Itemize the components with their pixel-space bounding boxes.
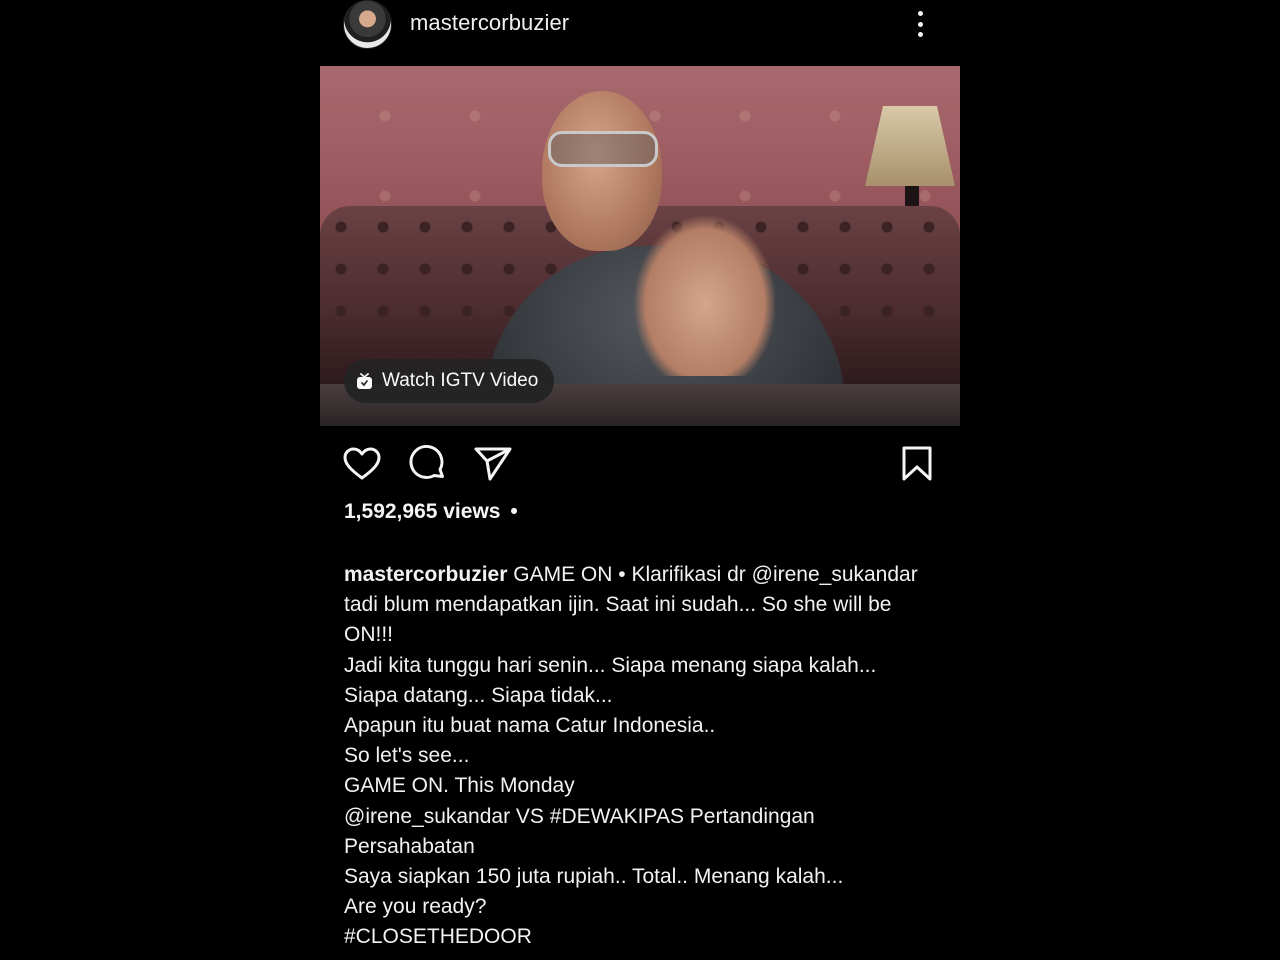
more-dot (917, 21, 923, 27)
more-dot (917, 11, 923, 16)
watch-igtv-label: Watch IGTV Video (382, 370, 539, 391)
post-username[interactable]: mastercorbuzier (410, 10, 569, 36)
caption-line: Are you ready? (344, 895, 487, 919)
watch-igtv-button[interactable]: Watch IGTV Video (344, 359, 555, 403)
comment-icon[interactable] (408, 444, 448, 484)
caption-line: Saya siapkan 150 juta rupiah.. Total.. M… (344, 865, 844, 889)
more-options-icon[interactable] (905, 8, 935, 40)
view-count-label: 1,592,965 views (344, 500, 501, 523)
caption-line: So let's see... (344, 744, 470, 768)
send-icon[interactable] (473, 444, 513, 484)
video-player[interactable]: Watch IGTV Video (320, 66, 960, 426)
post-caption: mastercorbuzier GAME ON • Klarifikasi dr… (344, 560, 944, 953)
bookmark-icon[interactable] (897, 444, 937, 484)
more-dot (917, 32, 923, 37)
video-frame-glasses (548, 131, 658, 167)
view-count-separator: • (510, 500, 518, 523)
heart-icon[interactable] (342, 444, 382, 484)
action-bar (320, 440, 960, 490)
caption-username[interactable]: mastercorbuzier (344, 563, 507, 586)
instagram-post: mastercorbuzier Watch IGTV Video 1,592,9… (320, 0, 960, 960)
post-header: mastercorbuzier (320, 0, 960, 50)
avatar[interactable] (343, 0, 392, 49)
caption-first-line: mastercorbuzier GAME ON • Klarifikasi dr… (344, 560, 944, 651)
video-frame-hand (635, 216, 775, 376)
igtv-icon (357, 372, 372, 389)
caption-line: Apapun itu buat nama Catur Indonesia.. (344, 714, 716, 738)
caption-line: Siapa datang... Siapa tidak... (344, 683, 613, 707)
caption-line: Jadi kita tunggu hari senin... Siapa men… (344, 653, 877, 677)
caption-line: GAME ON. This Monday (344, 774, 575, 798)
caption-line: @irene_sukandar VS #DEWAKIPAS Pertanding… (344, 804, 815, 858)
caption-hashtag[interactable]: #CLOSETHEDOOR (344, 922, 944, 952)
view-count: 1,592,965 views • (344, 500, 518, 524)
